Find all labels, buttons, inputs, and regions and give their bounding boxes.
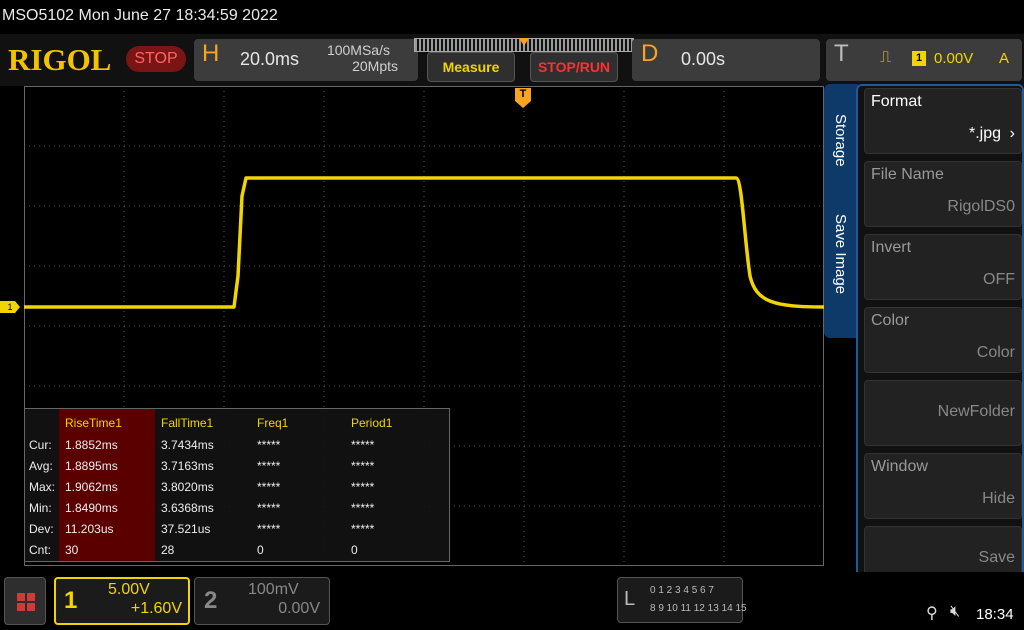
channel-1-scale: 5.00V — [108, 581, 150, 598]
menu-item-value: OFF — [983, 271, 1015, 288]
menu-item-title: File Name — [871, 166, 944, 183]
measurement-value: ***** — [351, 501, 375, 515]
measurement-table: RiseTime1 FallTime1 Freq1 Period1 Cur: 1… — [24, 408, 450, 562]
measurement-value: 30 — [65, 543, 79, 557]
measurement-value: ***** — [257, 459, 281, 473]
channel-2-offset: 0.00V — [278, 600, 320, 617]
logic-channels-row-2: 8 9 10 11 12 13 14 15 — [650, 603, 747, 614]
menu-item-value: Save — [978, 549, 1015, 566]
delay-value: 0.00s — [681, 49, 726, 69]
menu-item-title: Format — [871, 93, 922, 110]
horizontal-timebase: 20.0ms — [240, 49, 300, 69]
menu-item-title: Invert — [871, 239, 912, 256]
logic-analyzer-letter: L — [624, 588, 636, 610]
measurement-header: Freq1 — [257, 416, 289, 430]
measurement-value: ***** — [351, 459, 375, 473]
ch1-waveform — [24, 176, 825, 309]
measurement-value: 1.8490ms — [65, 501, 118, 515]
menu-item-value: Hide — [982, 490, 1015, 507]
trigger-level: 0.00V — [934, 50, 974, 67]
measurement-row-label: Max: — [29, 480, 56, 494]
side-menu-tabs: Storage Save Image — [824, 84, 858, 338]
measurement-value: 1.9062ms — [65, 480, 118, 494]
measurement-header: FallTime1 — [161, 416, 214, 430]
measure-button[interactable]: Measure — [427, 52, 515, 82]
measurement-row-label: Dev: — [29, 522, 54, 536]
measurement-value: 28 — [161, 543, 175, 557]
measurement-value: 0 — [351, 543, 358, 557]
trigger-source-badge: 1 — [912, 51, 926, 66]
measurement-value: 3.7434ms — [161, 438, 214, 452]
horizontal-letter: H — [202, 40, 220, 67]
measurement-value: 1.8852ms — [65, 438, 118, 452]
clock: 18:34 — [976, 606, 1014, 623]
measurement-value: 0 — [257, 543, 264, 557]
measurement-row-label: Avg: — [29, 459, 53, 473]
delay-letter: D — [641, 40, 659, 67]
measurement-value: ***** — [257, 480, 281, 494]
measurement-value: ***** — [351, 438, 375, 452]
measurement-value: ***** — [257, 438, 281, 452]
home-button[interactable] — [4, 577, 46, 625]
logic-analyzer-box[interactable] — [617, 577, 743, 623]
trigger-mode: A — [999, 50, 1010, 67]
menu-save-button[interactable]: Save — [864, 526, 1022, 578]
measurement-value: 3.8020ms — [161, 480, 214, 494]
menu-invert-button[interactable]: Invert OFF — [864, 234, 1022, 300]
menu-item-value: RigolDS0 — [947, 198, 1015, 215]
measurement-row-label: Min: — [29, 501, 52, 515]
device-datetime: MSO5102 Mon June 27 18:34:59 2022 — [2, 7, 278, 24]
tab-storage[interactable]: Storage — [832, 114, 849, 167]
rigol-logo: RIGOL — [8, 42, 112, 77]
menu-item-value: NewFolder — [937, 403, 1015, 420]
measurement-value: 11.203us — [65, 522, 114, 536]
menu-item-value: Color — [976, 344, 1015, 361]
sample-rate: 100MSa/s — [326, 42, 390, 58]
logic-channels-row-1: 0 1 2 3 4 5 6 7 — [650, 585, 714, 596]
measurement-value: ***** — [257, 522, 281, 536]
trigger-letter: T — [834, 40, 849, 67]
grid-menu-icon — [17, 593, 35, 611]
usb-icon: ⚲ — [926, 605, 938, 622]
menu-window-button[interactable]: Window Hide — [864, 453, 1022, 519]
menu-format-button[interactable]: Format *.jpg › — [864, 88, 1022, 154]
channel-2-scale: 100mV — [248, 581, 299, 598]
measurement-header: RiseTime1 — [65, 416, 122, 430]
menu-new-folder-button[interactable]: NewFolder — [864, 380, 1022, 446]
measurement-value: 3.7163ms — [161, 459, 214, 473]
measurement-value: 37.521us — [161, 522, 211, 536]
measurement-value: ***** — [351, 480, 375, 494]
ch1-offset-marker[interactable]: 1 — [0, 301, 20, 313]
menu-color-button[interactable]: Color Color — [864, 307, 1022, 373]
channel-1-offset: +1.60V — [130, 600, 182, 617]
menu-item-title: Color — [871, 312, 910, 329]
menu-item-value: *.jpg — [968, 125, 1001, 142]
menu-file-name-button[interactable]: File Name RigolDS0 — [864, 161, 1022, 227]
measurement-header: Period1 — [351, 416, 393, 430]
side-menu: Format *.jpg › File Name RigolDS0 Invert… — [856, 84, 1024, 582]
memory-depth: 20Mpts — [352, 58, 398, 74]
run-state-badge: STOP — [126, 46, 186, 72]
measurement-value: 1.8895ms — [65, 459, 118, 473]
memory-position-marker-icon — [519, 38, 529, 46]
stop-run-button[interactable]: STOP/RUN — [530, 52, 618, 82]
chevron-right-icon: › — [1009, 125, 1015, 142]
menu-item-title: Window — [871, 458, 928, 475]
sound-muted-icon[interactable]: 🔇︎ — [950, 603, 960, 621]
measurement-row-label: Cur: — [29, 438, 52, 452]
measurement-row-label: Cnt: — [29, 543, 52, 557]
measurement-value: 3.6368ms — [161, 501, 214, 515]
rising-edge-icon: ⎍ — [880, 49, 892, 66]
measurement-value: ***** — [351, 522, 375, 536]
tab-save-image[interactable]: Save Image — [832, 214, 849, 294]
delay-box[interactable] — [632, 39, 820, 81]
channel-1-number: 1 — [64, 587, 78, 614]
channel-2-number: 2 — [204, 587, 218, 614]
measurement-value: ***** — [257, 501, 281, 515]
status-bar: MSO5102 Mon June 27 18:34:59 2022 — [0, 0, 1024, 34]
